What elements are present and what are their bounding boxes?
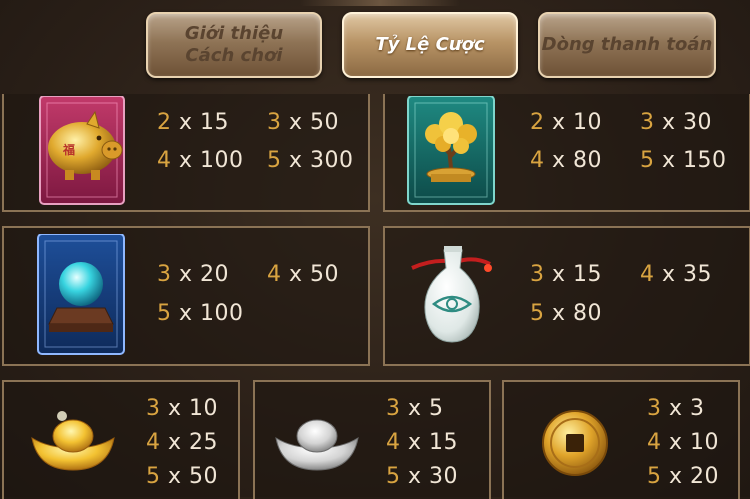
tab-payout-rates[interactable]: Tỷ Lệ Cược [342,12,518,78]
multiplier-crystal-1: 3 x 20 [157,262,230,287]
tab-introduction-label: Giới thiệu Cách chơi [184,23,284,66]
multiplier-silver-ingot-3: 5 x 30 [386,464,459,489]
multiplier-tree-3: 4 x 80 [530,148,603,173]
multiplier-crystal-3: 5 x 100 [157,301,244,326]
multiplier-vase-2: 4 x 35 [640,262,713,287]
tab-introduction[interactable]: Giới thiệu Cách chơi [146,12,322,78]
multiplier-pig-4: 5 x 300 [267,148,354,173]
multiplier-coin-3: 5 x 20 [647,464,720,489]
multiplier-silver-ingot-1: 3 x 5 [386,396,444,421]
multiplier-crystal-2: 4 x 50 [267,262,340,287]
multiplier-tree-2: 3 x 30 [640,110,713,135]
tab-paylines[interactable]: Dòng thanh toán [538,12,716,78]
tab-paylines-label: Dòng thanh toán [541,34,713,55]
multiplier-gold-ingot-1: 3 x 10 [146,396,219,421]
pig-icon: 福 [39,96,125,205]
top-edge-decoration [300,0,460,6]
multiplier-tree-1: 2 x 10 [530,110,603,135]
money-tree-icon [407,96,495,205]
multiplier-gold-ingot-3: 5 x 50 [146,464,219,489]
multiplier-coin-2: 4 x 10 [647,430,720,455]
svg-text:福: 福 [62,142,75,157]
multiplier-vase-3: 5 x 80 [530,301,603,326]
multiplier-vase-1: 3 x 15 [530,262,603,287]
silver-ingot-icon [275,419,359,471]
multiplier-pig-1: 2 x 15 [157,110,230,135]
multiplier-coin-1: 3 x 3 [647,396,705,421]
tab-payout-rates-label: Tỷ Lệ Cược [375,34,485,55]
vase-icon [411,246,492,343]
multiplier-tree-4: 5 x 150 [640,148,727,173]
multiplier-pig-3: 4 x 100 [157,148,244,173]
multiplier-gold-ingot-2: 4 x 25 [146,430,219,455]
gold-ingot-icon [31,411,115,471]
coin-icon [542,410,608,476]
multiplier-pig-2: 3 x 50 [267,110,340,135]
multiplier-silver-ingot-2: 4 x 15 [386,430,459,455]
crystal-ball-icon [37,234,125,355]
